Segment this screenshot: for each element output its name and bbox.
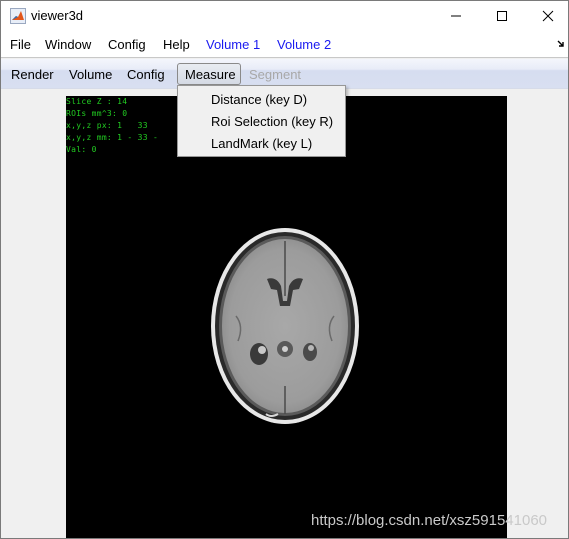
menu-item-landmark[interactable]: LandMark (key L) [211,136,312,151]
title-bar: viewer3d [1,1,568,31]
measure-dropdown-menu: Distance (key D) Roi Selection (key R) L… [177,85,346,157]
menu-help[interactable]: Help [163,37,190,52]
menu-volume-2[interactable]: Volume 2 [277,37,331,52]
maximize-button[interactable] [479,1,525,31]
image-viewer[interactable]: Slice Z : 14 ROIs mm^3: 0 x,y,z px: 1 33… [66,96,507,538]
toolbar-config[interactable]: Config [127,67,165,82]
menu-bar: File Window Config Help Volume 1 Volume … [1,31,568,58]
close-icon [542,10,554,22]
app-window: viewer3d File Window Config Help Volume … [0,0,569,539]
maximize-icon [497,11,507,21]
close-button[interactable] [525,1,569,31]
overlay-px: x,y,z px: 1 33 [66,121,148,130]
menu-volume-1[interactable]: Volume 1 [206,37,260,52]
menu-window[interactable]: Window [45,37,91,52]
menu-item-distance[interactable]: Distance (key D) [211,92,307,107]
undock-arrow-icon[interactable] [557,40,565,48]
menu-config[interactable]: Config [108,37,146,52]
matlab-icon [10,8,26,24]
content-area: Slice Z : 14 ROIs mm^3: 0 x,y,z px: 1 33… [1,90,568,538]
overlay-mm: x,y,z mm: 1 - 33 - [66,133,159,142]
toolbar-render[interactable]: Render [11,67,54,82]
minimize-icon [451,15,461,17]
brain-mri-image [211,228,359,424]
overlay-rois: ROIs mm^3: 0 [66,109,128,118]
minimize-button[interactable] [433,1,479,31]
overlay-slice: Slice Z : 14 [66,97,128,106]
menu-file[interactable]: File [10,37,31,52]
window-title: viewer3d [31,8,84,23]
toolbar-segment: Segment [249,67,302,82]
toolbar-volume[interactable]: Volume [69,67,112,82]
menu-item-roi-selection[interactable]: Roi Selection (key R) [211,114,333,129]
watermark: https://blog.csdn.net/xsz591541060 [311,512,548,529]
overlay-val: Val: 0 [66,145,97,154]
toolbar-measure[interactable]: Measure [177,63,241,85]
